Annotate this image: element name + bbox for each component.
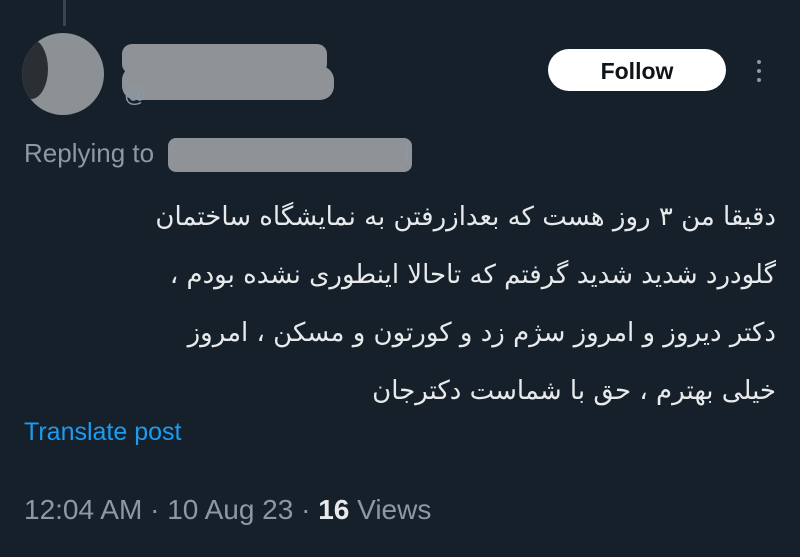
follow-button[interactable]: Follow xyxy=(548,49,726,91)
meta-separator: · xyxy=(142,494,168,525)
tweet-meta: 12:04 AM · 10 Aug 23 · 16 Views xyxy=(24,494,431,526)
replying-to-label: Replying to xyxy=(24,138,155,168)
redacted-reply-handle xyxy=(168,138,412,172)
redacted-display-name-scribble xyxy=(122,66,334,100)
avatar[interactable] xyxy=(22,33,104,115)
avatar-image xyxy=(22,39,48,99)
tweet-text-line: گلودرد شدید شدید گرفتم که تاحالا اینطوری… xyxy=(169,260,776,290)
views-count: 16 xyxy=(318,494,350,525)
views-label: Views xyxy=(349,494,432,525)
more-vertical-icon[interactable] xyxy=(752,58,766,86)
tweet-text-line: دقیقا من ۳ روز هست که بعدازرفتن به نمایش… xyxy=(155,202,776,232)
thread-connector-line xyxy=(63,0,66,26)
tweet-text-line: خیلی بهترم ، حق با شماست دکترجان xyxy=(372,376,776,406)
translate-post-link[interactable]: Translate post xyxy=(24,418,181,447)
reply-handle-tail[interactable]: i xyxy=(404,138,410,169)
tweet-text-line: دکتر دیروز و امروز سژم زد و کورتون و مسک… xyxy=(187,318,776,348)
tweet-time[interactable]: 12:04 AM xyxy=(24,494,142,525)
meta-separator: · xyxy=(293,494,319,525)
user-handle[interactable]: @ xyxy=(124,82,146,108)
tweet-text: دقیقا من ۳ روز هست که بعدازرفتن به نمایش… xyxy=(24,188,776,420)
tweet-date[interactable]: 10 Aug 23 xyxy=(167,494,293,525)
